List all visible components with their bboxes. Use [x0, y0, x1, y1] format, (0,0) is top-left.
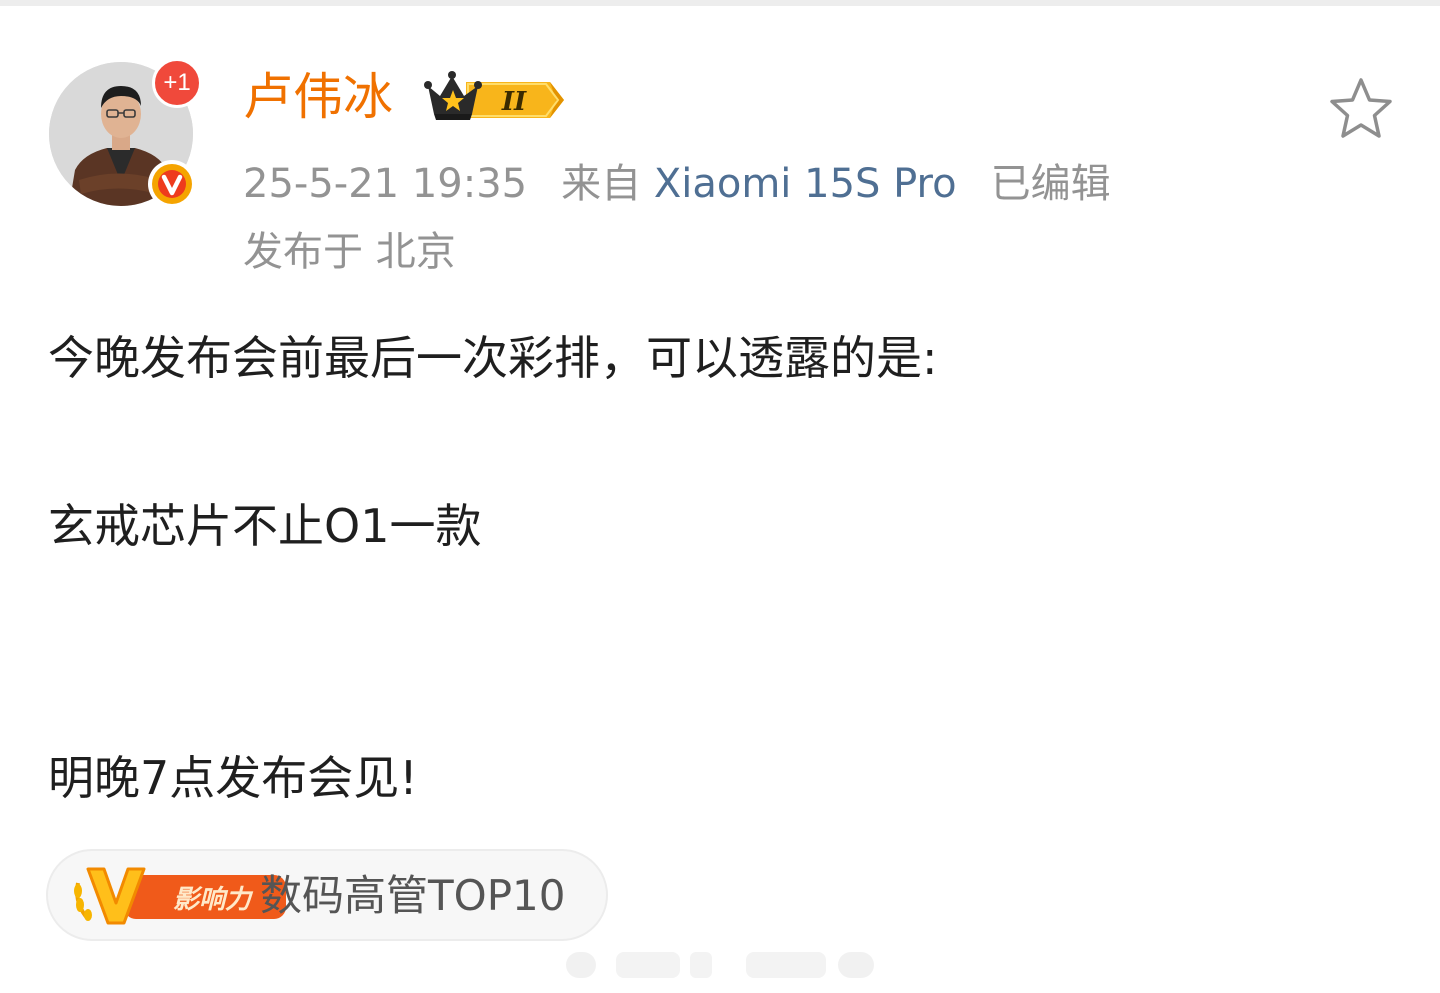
edited-label[interactable]: 已编辑 — [991, 161, 1111, 207]
member-level-text: II — [501, 87, 527, 117]
favorite-star-button[interactable] — [1326, 76, 1396, 142]
post-meta: 25-5-21 19:35 来自 Xiaomi 15S Pro 已编辑 — [243, 156, 1111, 212]
crown-level-badge-icon[interactable]: II — [422, 70, 570, 124]
post-location: 发布于 北京 — [243, 229, 456, 275]
device-source-link[interactable]: Xiaomi 15S Pro — [654, 161, 957, 207]
watermark — [566, 952, 874, 978]
top-divider — [0, 0, 1440, 6]
influence-ranking-pill[interactable]: 影响力 数码高管TOP10 — [46, 849, 608, 941]
post-text-line-2: 玄戒芯片不止O1一款 — [48, 499, 482, 553]
post-text-line-1: 今晚发布会前最后一次彩排，可以透露的是: — [48, 331, 938, 385]
influence-ranking-label: 数码高管TOP10 — [260, 871, 566, 920]
post-text-line-3: 明晚7点发布会见! — [48, 751, 418, 805]
author-name[interactable]: 卢伟冰 — [243, 62, 393, 132]
source-prefix: 来自 — [561, 161, 642, 207]
follow-count-badge: +1 — [152, 58, 202, 108]
star-icon — [1330, 78, 1392, 138]
verified-v-icon — [146, 158, 198, 210]
influence-v-logo-icon: 影响力 — [74, 867, 286, 925]
influence-logo-text: 影响力 — [173, 885, 254, 915]
post-time[interactable]: 25-5-21 19:35 — [243, 161, 527, 207]
